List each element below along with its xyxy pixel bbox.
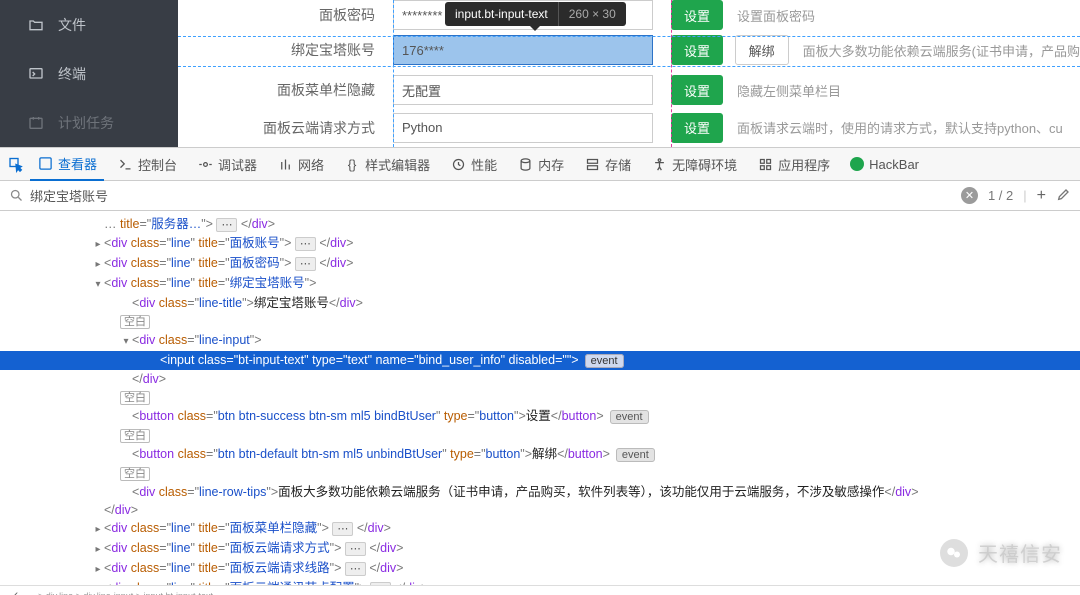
clear-search-icon[interactable]: ✕	[961, 187, 978, 204]
storage-icon	[584, 156, 600, 172]
inspector-size-tooltip: input.bt-input-text260 × 30	[445, 2, 626, 26]
cloud-method-input[interactable]	[393, 113, 653, 143]
application-icon	[757, 156, 773, 172]
sidebar-item-label: 文件	[58, 15, 86, 35]
hackbar-dot-icon	[850, 157, 864, 171]
row-label: 面板云端请求方式	[178, 118, 393, 138]
sidebar-item-files[interactable]: 文件	[0, 0, 178, 49]
tab-accessibility[interactable]: 无障碍环境	[644, 148, 744, 181]
network-icon	[277, 156, 293, 172]
set-button[interactable]: 设置	[671, 0, 723, 30]
tab-console[interactable]: 控制台	[110, 148, 184, 181]
console-icon	[117, 156, 133, 172]
tab-network[interactable]: 网络	[270, 148, 331, 181]
tab-inspector[interactable]: 查看器	[30, 148, 104, 181]
debugger-icon	[197, 156, 213, 172]
terminal-icon	[28, 66, 44, 82]
menu-hide-input[interactable]	[393, 75, 653, 105]
app-sidebar: 文件 终端 计划任务	[0, 0, 178, 147]
dom-search-input[interactable]	[30, 188, 955, 203]
row-tip: 面板大多数功能依赖云端服务(证书申请，产品购	[797, 41, 1080, 60]
inspector-icon	[37, 155, 53, 171]
tab-debugger[interactable]: 调试器	[190, 148, 264, 181]
row-label: 面板密码	[178, 5, 393, 25]
breadcrumb[interactable]: ‹ … > div.line > div.line-input > input.…	[0, 585, 1080, 595]
wechat-icon	[940, 539, 968, 567]
memory-icon	[517, 156, 533, 172]
settings-content: input.bt-input-text260 × 30 面板密码 设置 设置面板…	[178, 0, 1080, 147]
devtools-tabs: 查看器 控制台 调试器 网络 {}样式编辑器 性能 内存 存储 无障碍环境 应用…	[0, 148, 1080, 181]
highlight-icon[interactable]	[1056, 186, 1072, 205]
accessibility-icon	[651, 156, 667, 172]
dom-tree[interactable]: … title="服务器…"> ⋯ </div>▸<div class="lin…	[0, 211, 1080, 585]
search-icon	[8, 188, 24, 204]
tab-hackbar[interactable]: HackBar	[843, 148, 926, 181]
tab-style-editor[interactable]: {}样式编辑器	[337, 148, 437, 181]
row-label: 绑定宝塔账号	[178, 40, 393, 60]
divider: |	[1023, 188, 1026, 203]
tab-application[interactable]: 应用程序	[750, 148, 837, 181]
element-picker-icon[interactable]	[8, 156, 24, 172]
folder-icon	[28, 17, 44, 33]
add-icon[interactable]: +	[1037, 187, 1046, 205]
search-count: 1 / 2	[988, 188, 1013, 203]
row-tip: 设置面板密码	[731, 6, 815, 25]
tab-memory[interactable]: 内存	[510, 148, 571, 181]
tab-performance[interactable]: 性能	[443, 148, 504, 181]
set-button[interactable]: 设置	[671, 75, 723, 105]
sidebar-item-label: 终端	[58, 64, 86, 84]
set-button[interactable]: 设置	[671, 35, 723, 65]
tab-storage[interactable]: 存储	[577, 148, 638, 181]
row-tip: 隐藏左侧菜单栏目	[731, 81, 841, 100]
clock-icon	[28, 115, 44, 131]
set-button[interactable]: 设置	[671, 113, 723, 143]
sidebar-item-label: 计划任务	[58, 113, 114, 133]
unbind-button[interactable]: 解绑	[735, 35, 789, 65]
row-label: 面板菜单栏隐藏	[178, 80, 393, 100]
watermark: 天禧信安	[940, 538, 1062, 567]
style-icon: {}	[344, 156, 360, 172]
sidebar-item-cron[interactable]: 计划任务	[0, 98, 178, 147]
performance-icon	[450, 156, 466, 172]
dom-search-bar: ✕ 1 / 2 | +	[0, 181, 1080, 211]
row-tip: 面板请求云端时，使用的请求方式，默认支持python、cu	[731, 118, 1063, 137]
sidebar-item-terminal[interactable]: 终端	[0, 49, 178, 98]
bind-account-input[interactable]	[393, 35, 653, 65]
